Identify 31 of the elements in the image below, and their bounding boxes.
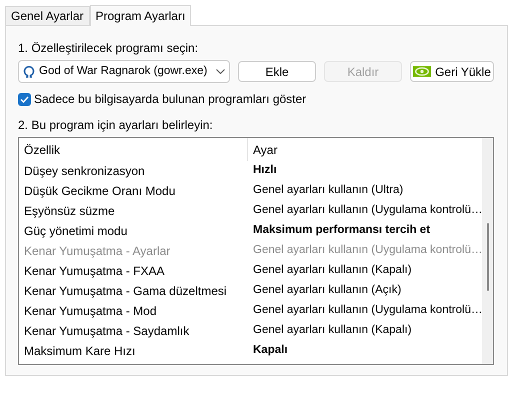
table-cell-text: Genel ayarları kullanın (Ultra) <box>252 183 404 198</box>
table-cell-text: Kenar Yumuşatma - FXAA <box>23 263 166 280</box>
table-cell-text: Maksimum Kare Hızı <box>23 343 136 360</box>
table-cell-text: Kapalı <box>252 343 289 358</box>
table-cell-text: Genel ayarları kullanın (Uygulama kontrolü… <box>252 243 482 258</box>
tab[interactable]: Genel Ayarlar <box>5 6 90 25</box>
column-header[interactable]: Ayar <box>248 138 482 161</box>
checkbox-label: Sadece bu bilgisayarda bulunan programları göster <box>34 91 306 108</box>
table-cell-text: Eşyönsüz süzme <box>23 203 116 220</box>
dropdown-value: God of War Ragnarok (gowr.exe) <box>39 64 208 79</box>
table-cell-text: Genel ayarları kullanın (Uygulama kontrolü… <box>252 203 482 218</box>
tab[interactable]: Program Ayarları <box>90 5 192 26</box>
table-cell-text: Genel ayarları kullanın (Kapalı) <box>252 323 413 338</box>
table-cell-text: Düşük Gecikme Oranı Modu <box>23 183 176 200</box>
table-cell-text: Genel ayarları kullanın (Kapalı) <box>252 263 413 278</box>
table-cell-text: Hızlı <box>252 163 278 178</box>
action-button[interactable]: Ekle <box>238 61 316 82</box>
table-cell-text: Genel ayarları kullanın (Uygulama kontrolü… <box>252 303 482 318</box>
column-header[interactable]: Özellik <box>19 138 248 161</box>
table-cell-text: Genel ayarları kullanın (Açık) <box>252 283 402 298</box>
table-cell-text: Düşey senkronizasyon <box>23 163 146 180</box>
restore-button[interactable]: Geri Yükle <box>410 61 494 82</box>
table-cell-text: Kenar Yumuşatma - Gama düzeltmesi <box>23 283 228 300</box>
table-cell-text: Maksimum performansı tercih et <box>252 223 432 238</box>
program-dropdown[interactable]: God of War Ragnarok (gowr.exe) <box>18 60 230 83</box>
section-label: 1. Özelleştirilecek programı seçin: <box>18 40 200 55</box>
table-cell-text: Kenar Yumuşatma - Mod <box>23 303 158 320</box>
table-cell-text: Kenar Yumuşatma - Saydamlık <box>23 323 190 340</box>
table-cell-text: Güç yönetimi modu <box>23 223 128 240</box>
section-label: 2. Bu program için ayarları belirleyin: <box>18 117 214 132</box>
table-cell-text: Kenar Yumuşatma - Ayarlar <box>23 243 172 260</box>
